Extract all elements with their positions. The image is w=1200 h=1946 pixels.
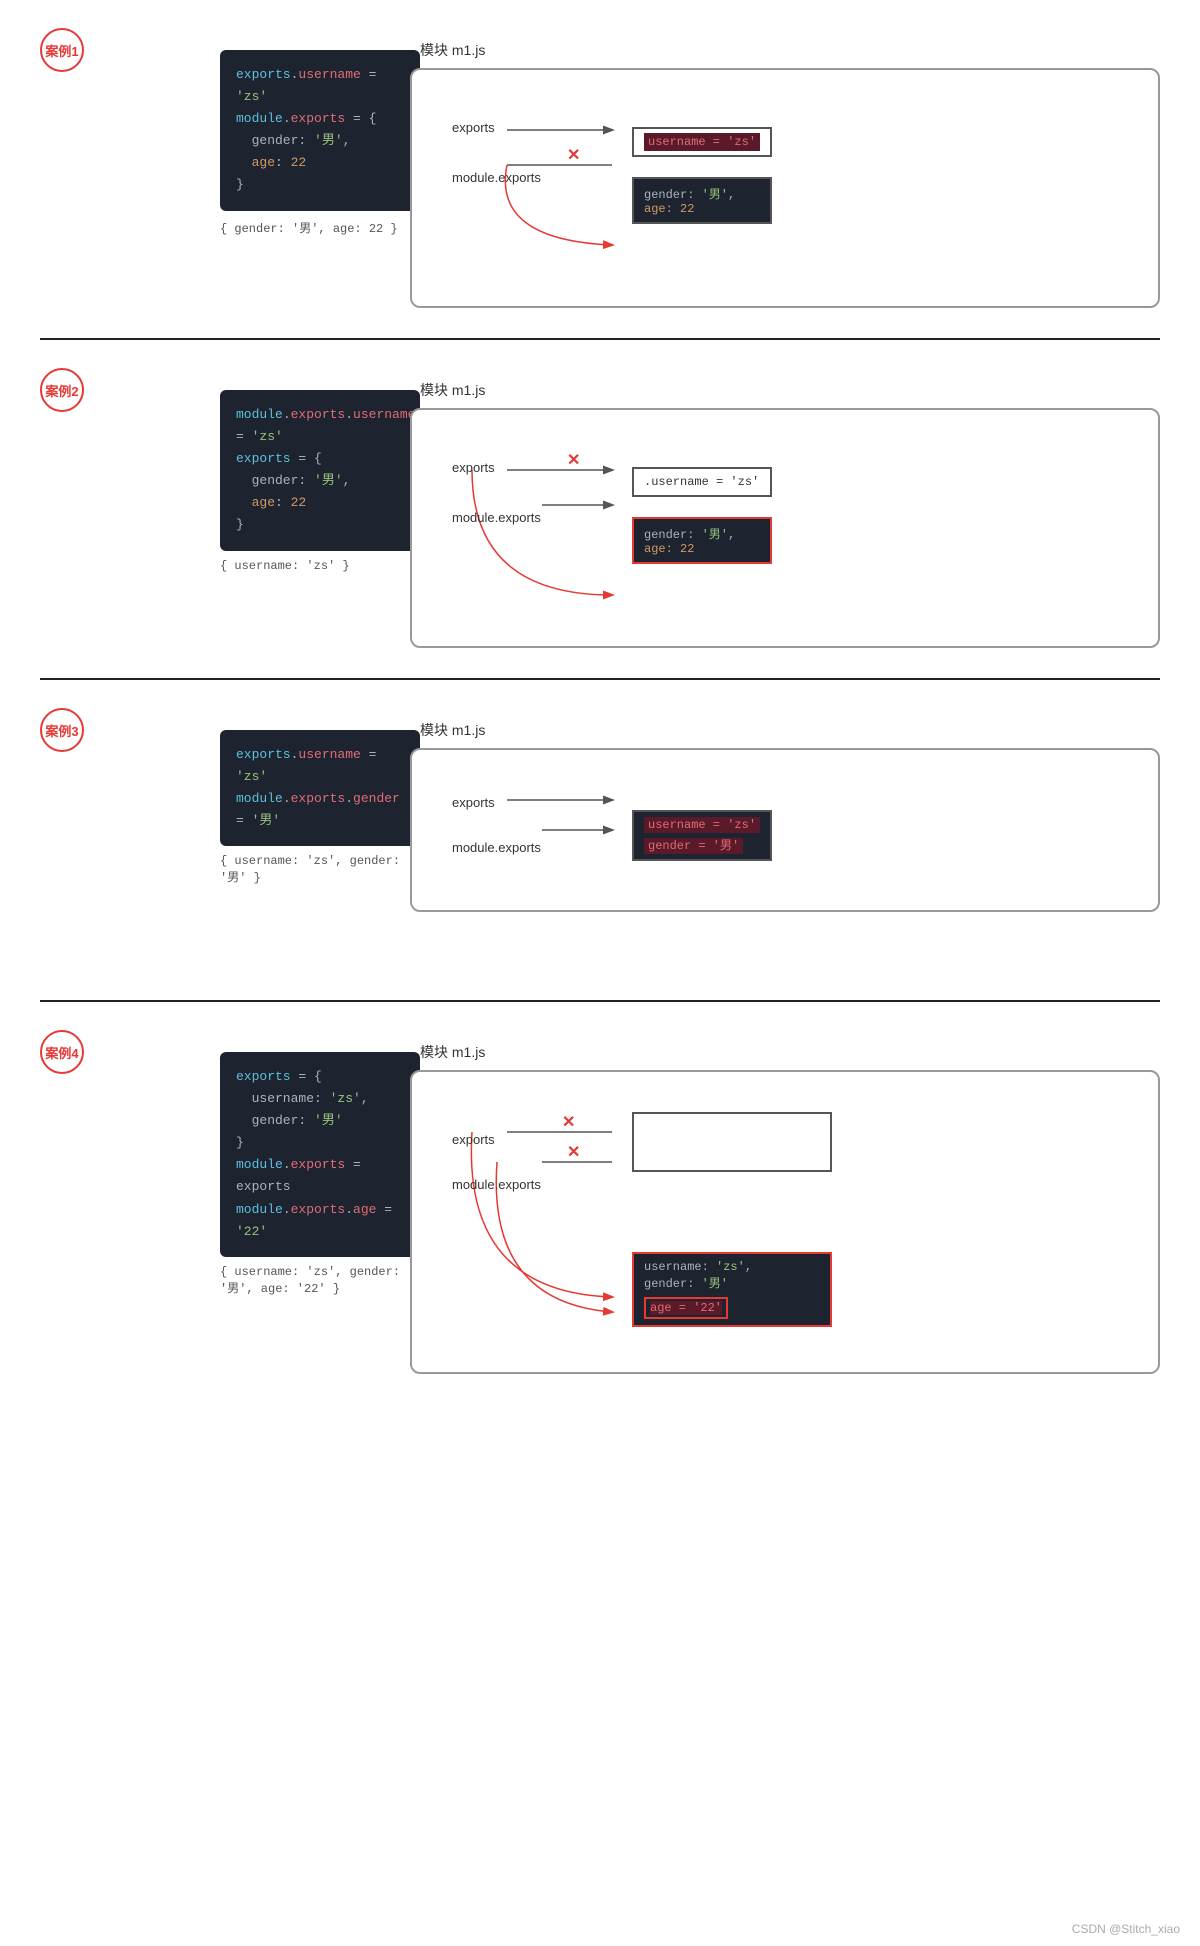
username-highlight: username = 'zs' [644, 133, 760, 151]
obj-box-2-1: .username = 'zs' [632, 467, 772, 497]
code-block-2: module.exports.username = 'zs' exports =… [220, 390, 420, 551]
exports-label-2: exports [452, 460, 541, 475]
right-panel-2: 模块 m1.js ✕ [410, 370, 1160, 648]
code-line: module.exports.username = 'zs' [236, 404, 404, 448]
right-panel-3: 模块 m1.js exports module.exports [410, 710, 1160, 912]
result-4: { username: 'zs', gender: '男', age: '22'… [220, 1265, 410, 1296]
labels-col-4: exports module.exports [452, 1132, 541, 1192]
code-line: age: 22 [236, 152, 404, 174]
result-2: { username: 'zs' } [220, 559, 410, 573]
age-line: age: 22 [644, 202, 760, 216]
exports-label-3: exports [452, 795, 541, 810]
username-line-3: username = 'zs' [644, 818, 760, 832]
code-line: age: 22 [236, 492, 404, 514]
code-block-3: exports.username = 'zs' module.exports.g… [220, 730, 420, 846]
right-panel-1: 模块 m1.js ✕ [410, 30, 1160, 308]
exports-label-1: exports [452, 120, 541, 135]
code-block-4: exports = { username: 'zs', gender: '男' … [220, 1052, 420, 1257]
result-1: { gender: '男', age: 22 } [220, 219, 410, 236]
code-line: } [236, 514, 404, 536]
obj-box-4-1 [632, 1112, 832, 1172]
module-label-3: 模块 m1.js [420, 720, 1160, 740]
module-box-1: ✕ exports module.exports [410, 68, 1160, 308]
module-box-3: exports module.exports username = 'zs' g… [410, 748, 1160, 912]
module-inner-4: exports module.exports username: 'zs', g… [432, 1092, 1138, 1352]
code-line: module.exports = exports [236, 1154, 404, 1198]
module-exports-label-2: module.exports [452, 510, 541, 525]
module-inner-3: exports module.exports username = 'zs' g… [432, 770, 1138, 890]
boxes-col-2: .username = 'zs' gender: '男', age: 22 [632, 467, 772, 564]
code-line: module.exports = { [236, 108, 404, 130]
code-line: exports.username = 'zs' [236, 744, 404, 788]
module-exports-label-4: module.exports [452, 1177, 541, 1192]
age-line-2: age: 22 [644, 542, 760, 556]
code-line: username: 'zs', [236, 1088, 404, 1110]
obj-box-1-1: username = 'zs' [632, 127, 772, 157]
code-line: exports.username = 'zs' [236, 64, 404, 108]
module-label-4: 模块 m1.js [420, 1042, 1160, 1062]
labels-col-2: exports module.exports [452, 460, 541, 525]
left-panel-4: exports = { username: 'zs', gender: '男' … [130, 1032, 410, 1296]
section-3: 案例3 exports.username = 'zs' module.expor… [0, 680, 1200, 1000]
module-exports-label-3: module.exports [452, 840, 541, 855]
username-line-4: username: 'zs', [644, 1260, 820, 1274]
left-panel-3: exports.username = 'zs' module.exports.g… [130, 710, 410, 885]
module-box-4: ✕ ✕ exports [410, 1070, 1160, 1374]
module-inner-1: exports module.exports username = 'zs' g… [432, 90, 1138, 250]
module-label-2: 模块 m1.js [420, 380, 1160, 400]
left-panel-1: exports.username = 'zs' module.exports =… [130, 30, 410, 236]
gender-line-4: gender: '男' [644, 1274, 820, 1291]
section-4: 案例4 exports = { username: 'zs', gender: … [0, 1002, 1200, 1424]
badge-1: 案例1 [40, 28, 84, 72]
gender-line: gender: '男', [644, 185, 760, 202]
age-line-4: age = '22' [644, 1297, 728, 1319]
left-panel-2: module.exports.username = 'zs' exports =… [130, 370, 410, 573]
gender-line-3: gender = '男' [644, 836, 760, 853]
module-inner-2: exports module.exports .username = 'zs' … [432, 430, 1138, 590]
obj-box-2-2: gender: '男', age: 22 [632, 517, 772, 564]
code-line: module.exports.gender = '男' [236, 788, 404, 832]
code-line: } [236, 1132, 404, 1154]
code-line: exports = { [236, 448, 404, 470]
labels-col-1: exports module.exports [452, 120, 541, 185]
section-2: 案例2 module.exports.username = 'zs' expor… [0, 340, 1200, 678]
obj-box-3-1: username = 'zs' gender = '男' [632, 810, 772, 861]
exports-label-4: exports [452, 1132, 541, 1147]
code-block-1: exports.username = 'zs' module.exports =… [220, 50, 420, 211]
module-box-2: ✕ exports module.exports [410, 408, 1160, 648]
section-1: 案例1 exports.username = 'zs' module.expor… [0, 0, 1200, 338]
badge-3: 案例3 [40, 708, 84, 752]
code-line: } [236, 174, 404, 196]
code-line: module.exports.age = '22' [236, 1199, 404, 1243]
boxes-col-4: username: 'zs', gender: '男' age = '22' [632, 1112, 832, 1327]
footer: CSDN @Stitch_xiao [1072, 1922, 1180, 1936]
code-line: gender: '男', [236, 130, 404, 152]
module-exports-label-1: module.exports [452, 170, 541, 185]
gender-line-2: gender: '男', [644, 525, 760, 542]
obj-box-1-2: gender: '男', age: 22 [632, 177, 772, 224]
badge-2: 案例2 [40, 368, 84, 412]
code-line: exports = { [236, 1066, 404, 1088]
result-3: { username: 'zs', gender: '男' } [220, 854, 410, 885]
right-panel-4: 模块 m1.js ✕ ✕ [410, 1032, 1160, 1374]
code-line: gender: '男' [236, 1110, 404, 1132]
module-label-1: 模块 m1.js [420, 40, 1160, 60]
code-line: gender: '男', [236, 470, 404, 492]
boxes-col-3: username = 'zs' gender = '男' [632, 810, 772, 861]
boxes-col-1: username = 'zs' gender: '男', age: 22 [632, 127, 772, 224]
badge-4: 案例4 [40, 1030, 84, 1074]
obj-box-4-2: username: 'zs', gender: '男' age = '22' [632, 1252, 832, 1327]
labels-col-3: exports module.exports [452, 795, 541, 855]
